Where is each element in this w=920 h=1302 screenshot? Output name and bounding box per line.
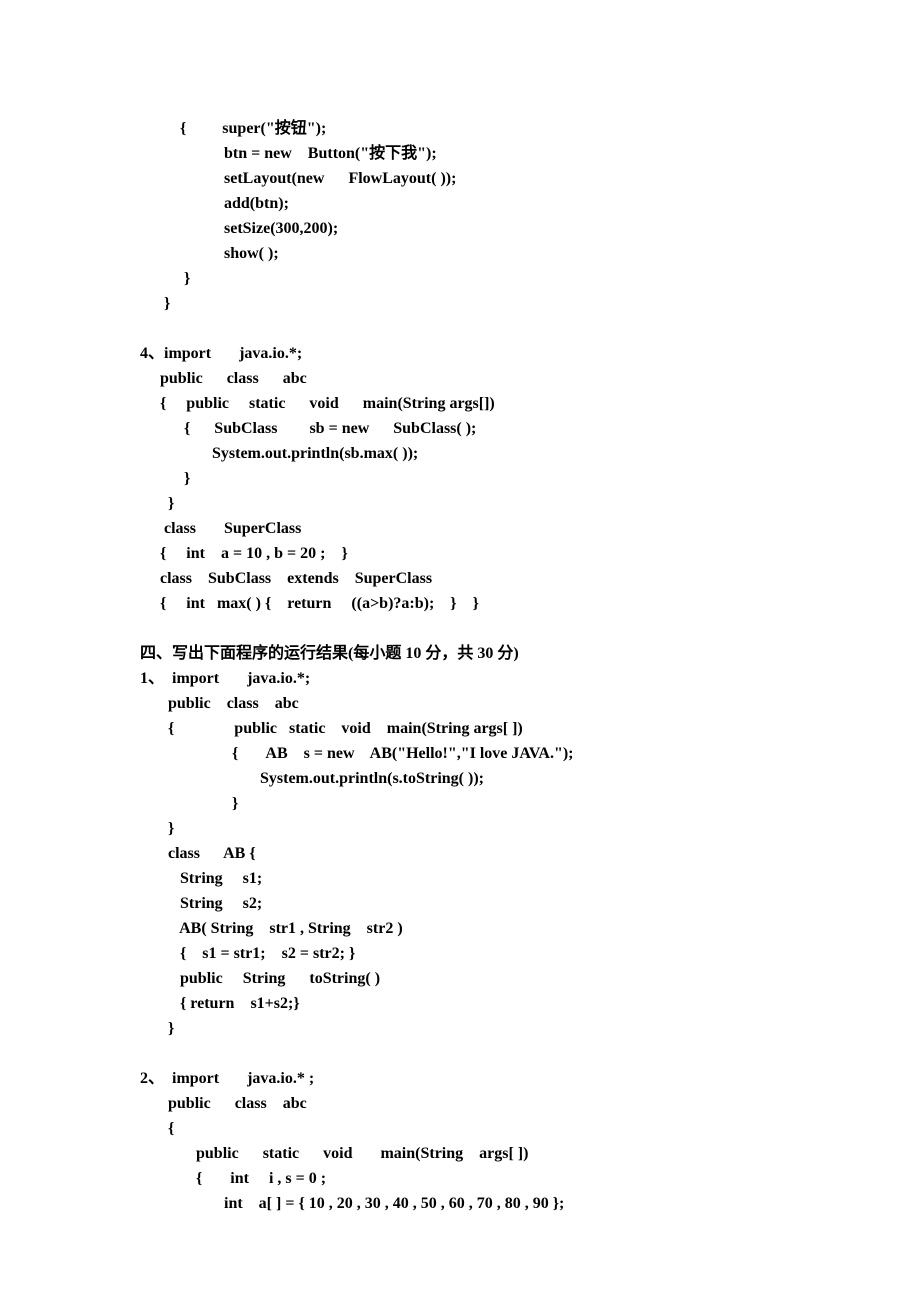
- code-line: [140, 316, 780, 341]
- code-line: show( );: [140, 241, 780, 266]
- code-line: }: [140, 266, 780, 291]
- code-line: int a[ ] = { 10 , 20 , 30 , 40 , 50 , 60…: [140, 1191, 780, 1216]
- code-line: class AB {: [140, 841, 780, 866]
- code-line: 1、 import java.io.*;: [140, 666, 780, 691]
- code-line: class SubClass extends SuperClass: [140, 566, 780, 591]
- code-line: public class abc: [140, 366, 780, 391]
- code-line: System.out.println(s.toString( ));: [140, 766, 780, 791]
- code-line: public static void main(String args[ ]): [140, 1141, 780, 1166]
- code-line: }: [140, 291, 780, 316]
- code-line: }: [140, 816, 780, 841]
- code-line: { int a = 10 , b = 20 ; }: [140, 541, 780, 566]
- code-line: }: [140, 466, 780, 491]
- code-line: System.out.println(sb.max( ));: [140, 441, 780, 466]
- code-line: setSize(300,200);: [140, 216, 780, 241]
- code-line: public String toString( ): [140, 966, 780, 991]
- code-line: class SuperClass: [140, 516, 780, 541]
- code-line: { super("按钮");: [140, 116, 780, 141]
- code-line: setLayout(new FlowLayout( ));: [140, 166, 780, 191]
- code-line: { s1 = str1; s2 = str2; }: [140, 941, 780, 966]
- code-line: 四、写出下面程序的运行结果(每小题 10 分，共 30 分): [140, 641, 780, 666]
- code-line: String s2;: [140, 891, 780, 916]
- code-line: 2、 import java.io.* ;: [140, 1066, 780, 1091]
- code-line: { return s1+s2;}: [140, 991, 780, 1016]
- code-line: { SubClass sb = new SubClass( );: [140, 416, 780, 441]
- code-line: { public static void main(String args[]): [140, 391, 780, 416]
- code-line: AB( String str1 , String str2 ): [140, 916, 780, 941]
- code-line: btn = new Button("按下我");: [140, 141, 780, 166]
- code-line: }: [140, 1016, 780, 1041]
- code-line: { int max( ) { return ((a>b)?a:b); } }: [140, 591, 780, 616]
- code-line: { int i , s = 0 ;: [140, 1166, 780, 1191]
- code-line: add(btn);: [140, 191, 780, 216]
- code-line: [140, 1041, 780, 1066]
- code-line: public class abc: [140, 691, 780, 716]
- code-line: 4、import java.io.*;: [140, 341, 780, 366]
- code-line: [140, 616, 780, 641]
- code-line: { public static void main(String args[ ]…: [140, 716, 780, 741]
- code-line: }: [140, 491, 780, 516]
- code-line: { AB s = new AB("Hello!","I love JAVA.")…: [140, 741, 780, 766]
- document-page: { super("按钮"); btn = new Button("按下我"); …: [0, 0, 920, 1302]
- code-line: String s1;: [140, 866, 780, 891]
- code-line: }: [140, 791, 780, 816]
- code-line: {: [140, 1116, 780, 1141]
- code-line: public class abc: [140, 1091, 780, 1116]
